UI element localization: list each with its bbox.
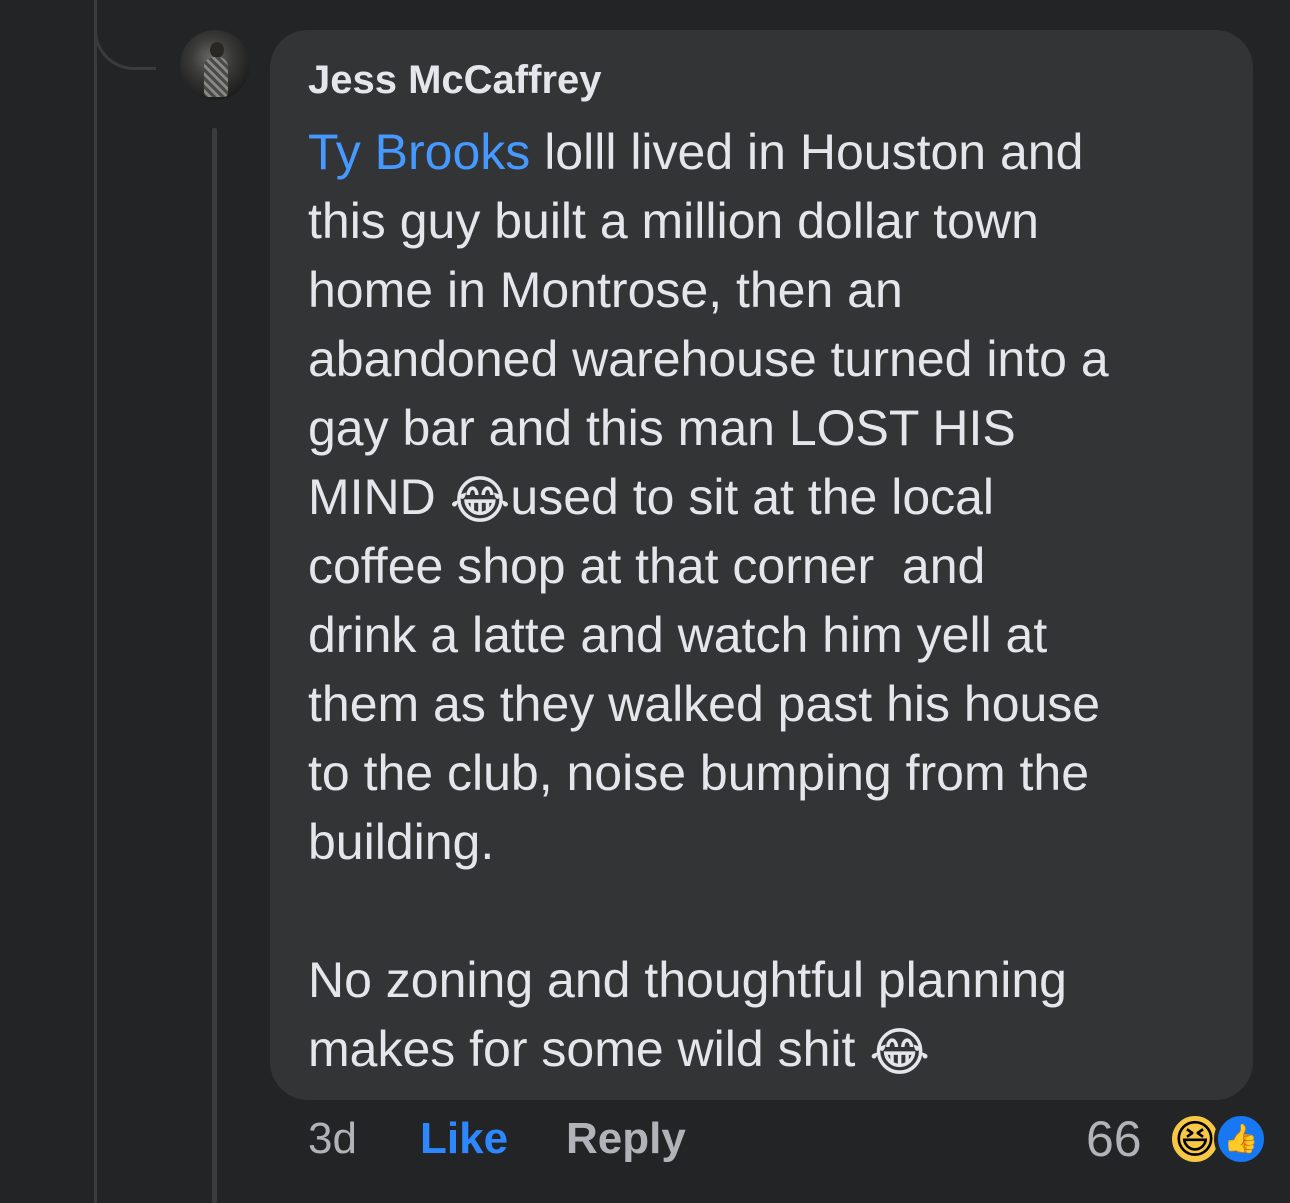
comment-line: abandoned warehouse turned into a xyxy=(308,331,1109,387)
comment-line: this guy built a million dollar town xyxy=(308,193,1039,249)
reaction-count[interactable]: 66 xyxy=(1086,1110,1142,1168)
reply-button[interactable]: Reply xyxy=(566,1114,686,1174)
comment-line: gay bar and this man LOST HIS xyxy=(308,400,1016,456)
laughing-crying-emoji-icon: 😂 xyxy=(869,1024,931,1082)
reply-thread-line xyxy=(212,128,217,1203)
laughing-crying-emoji-icon: 😂 xyxy=(449,472,511,530)
paragraph-break xyxy=(308,877,1238,946)
comment-line: Ty Brooks lolll lived in Houston and xyxy=(308,124,1084,180)
comment-author[interactable]: Jess McCaffrey xyxy=(308,58,602,103)
comment-line: coffee shop at that corner and xyxy=(308,538,986,594)
mention-link[interactable]: Ty Brooks xyxy=(308,124,530,180)
comment-text: Ty Brooks lolll lived in Houston and thi… xyxy=(308,118,1238,1084)
comment-line: drink a latte and watch him yell at xyxy=(308,607,1048,663)
comment-line: MIND 😂used to sit at the local xyxy=(308,469,995,530)
like-reaction-icon[interactable]: 👍 xyxy=(1214,1112,1268,1166)
thread-line xyxy=(94,0,97,1203)
thread-connector xyxy=(94,0,156,70)
comment-thread: Jess McCaffrey Ty Brooks lolll lived in … xyxy=(0,0,1290,1203)
comment-line: them as they walked past his house xyxy=(308,676,1101,732)
comment-line: building. xyxy=(308,814,495,870)
avatar-figure-body xyxy=(204,57,228,97)
comment-line: makes for some wild shit 😂 xyxy=(308,1021,931,1082)
avatar[interactable] xyxy=(180,30,250,100)
comment-line: to the club, noise bumping from the xyxy=(308,745,1090,801)
comment-line: No zoning and thoughtful planning xyxy=(308,952,1067,1008)
like-button[interactable]: Like xyxy=(420,1114,508,1174)
comment-timestamp[interactable]: 3d xyxy=(308,1114,357,1174)
avatar-figure-head xyxy=(210,42,224,58)
comment-line: home in Montrose, then an xyxy=(308,262,903,318)
